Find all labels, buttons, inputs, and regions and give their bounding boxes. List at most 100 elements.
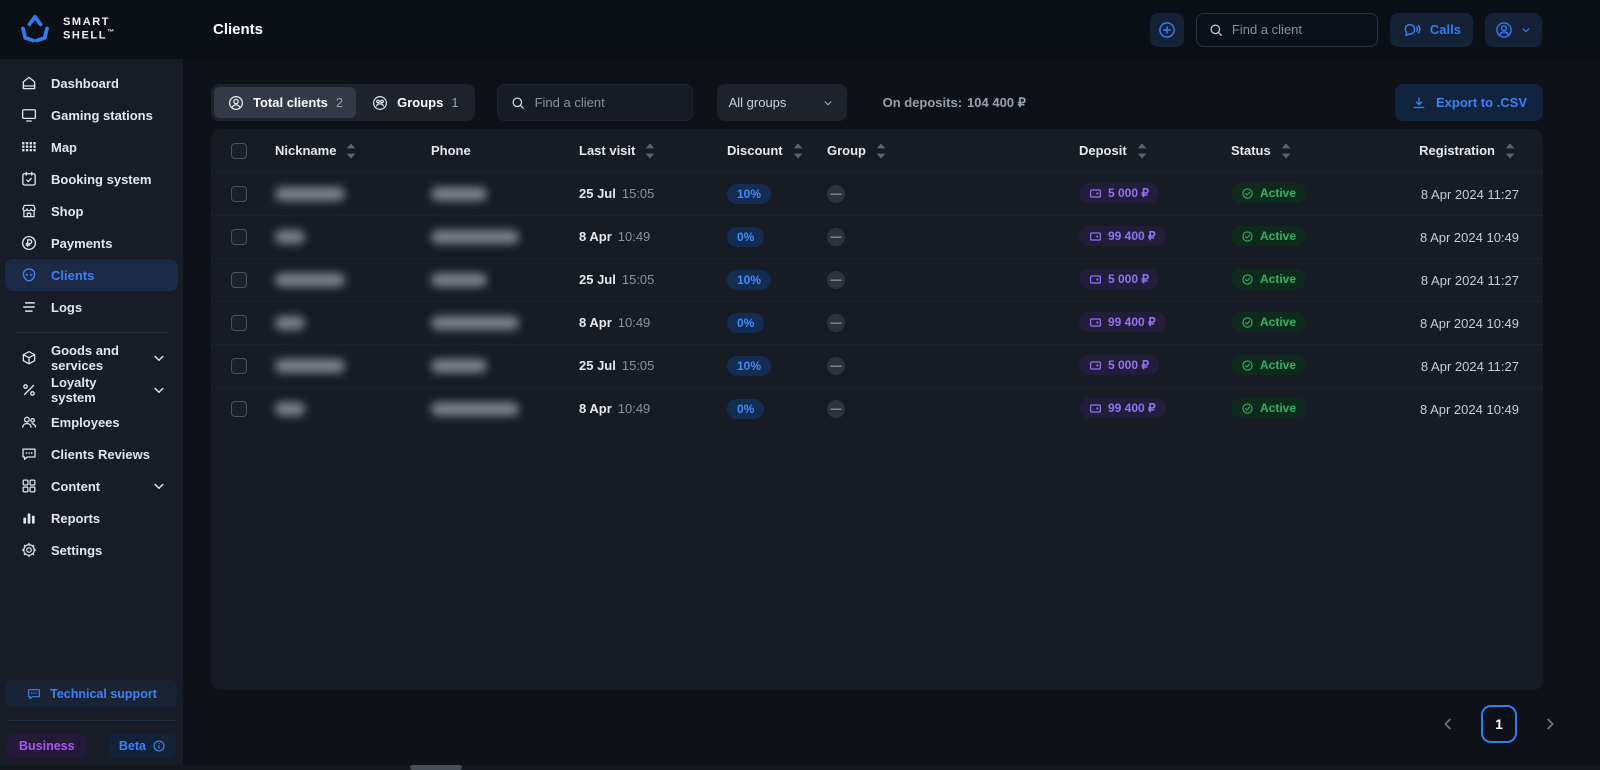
deposit-badge: 99 400 ₽ <box>1079 398 1166 419</box>
column-header-group[interactable]: Group <box>827 142 1079 160</box>
nickname-blurred <box>275 230 305 244</box>
sidebar-item-gaming-stations[interactable]: Gaming stations <box>5 99 178 131</box>
table-row[interactable]: 8 Apr 10:49 0% — 99 400 ₽ Active 8 Apr 2024 10… <box>211 301 1543 344</box>
next-page-button[interactable] <box>1541 715 1559 733</box>
phone-cell <box>431 402 579 416</box>
app-logo[interactable]: SMART SHELL™ <box>0 14 183 46</box>
table-row[interactable]: 8 Apr 10:49 0% — 99 400 ₽ Active 8 Apr 2024 10… <box>211 215 1543 258</box>
discount-badge: 0% <box>727 399 765 419</box>
search-icon <box>1208 22 1224 38</box>
global-client-search[interactable] <box>1195 12 1378 47</box>
group-cell: — <box>827 185 1079 203</box>
person-circle-icon <box>227 94 245 112</box>
status-cell: Active <box>1231 269 1411 291</box>
sidebar-item-shop[interactable]: Shop <box>5 195 178 227</box>
group-cell: — <box>827 314 1079 332</box>
row-checkbox[interactable] <box>231 401 247 417</box>
tab-groups[interactable]: Groups 1 <box>358 87 471 118</box>
row-checkbox[interactable] <box>231 272 247 288</box>
sidebar-item-label: Gaming stations <box>51 107 153 123</box>
calls-button[interactable]: Calls <box>1389 12 1473 47</box>
global-search-input[interactable] <box>1231 22 1366 37</box>
row-checkbox-cell <box>231 315 275 331</box>
status-label: Active <box>1260 358 1297 373</box>
previous-page-button[interactable] <box>1439 715 1457 733</box>
chart-icon <box>20 509 38 527</box>
sidebar-item-payments[interactable]: Payments <box>5 227 178 259</box>
row-checkbox[interactable] <box>231 358 247 374</box>
select-all-checkbox[interactable] <box>231 142 247 159</box>
info-icon[interactable] <box>152 739 166 753</box>
sidebar-item-clients[interactable]: Clients <box>5 259 178 291</box>
table-row[interactable]: 25 Jul 15:05 10% — 5 000 ₽ Active 8 Apr 2024 1… <box>211 344 1543 387</box>
nickname-cell <box>275 273 431 287</box>
sidebar-item-map[interactable]: Map <box>5 131 178 163</box>
monitor-icon <box>20 106 38 124</box>
technical-support-button[interactable]: Technical support <box>6 680 177 707</box>
sidebar: Dashboard Gaming stations Map Booking syste… <box>0 59 183 770</box>
row-checkbox[interactable] <box>231 186 247 202</box>
column-header-last-visit[interactable]: Last visit <box>579 142 727 160</box>
phone-blurred <box>431 230 519 244</box>
group-empty-badge: — <box>827 314 845 332</box>
phone-blurred <box>431 187 487 201</box>
sidebar-item-logs[interactable]: Logs <box>5 291 178 323</box>
export-csv-button[interactable]: Export to .CSV <box>1394 84 1543 121</box>
sidebar-item-loyalty-system[interactable]: Loyalty system <box>5 374 178 406</box>
last-visit-date: 8 Apr <box>579 229 612 244</box>
sidebar-item-label: Shop <box>51 203 84 219</box>
sidebar-item-settings[interactable]: Settings <box>5 534 178 566</box>
sidebar-item-dashboard[interactable]: Dashboard <box>5 67 178 99</box>
group-empty-badge: — <box>827 185 845 203</box>
column-header-status[interactable]: Status <box>1231 142 1411 160</box>
sidebar-item-clients-reviews[interactable]: Clients Reviews <box>5 438 178 470</box>
discount-cell: 0% <box>727 399 827 419</box>
sidebar-item-employees[interactable]: Employees <box>5 406 178 438</box>
row-checkbox-cell <box>231 186 275 202</box>
topbar: SMART SHELL™ Clients Calls <box>0 0 1600 59</box>
group-filter-select[interactable]: All groups <box>716 84 847 121</box>
column-header-registration[interactable]: Registration <box>1411 142 1519 160</box>
sidebar-item-label: Content <box>51 478 101 494</box>
table-row[interactable]: 25 Jul 15:05 10% — 5 000 ₽ Active 8 Apr 2024 1… <box>211 258 1543 301</box>
current-page-button[interactable]: 1 <box>1481 705 1517 743</box>
column-header-discount[interactable]: Discount <box>727 142 827 160</box>
status-badge: Active <box>1231 398 1307 419</box>
sidebar-item-content[interactable]: Content <box>5 470 178 502</box>
row-checkbox[interactable] <box>231 315 247 331</box>
page-title: Clients <box>213 21 264 38</box>
group-circle-icon <box>371 94 389 112</box>
account-menu-button[interactable] <box>1485 12 1542 47</box>
tab-total-clients[interactable]: Total clients 2 <box>214 87 357 118</box>
sidebar-item-reports[interactable]: Reports <box>5 502 178 534</box>
table-client-search[interactable] <box>496 84 693 121</box>
group-cell: — <box>827 271 1079 289</box>
table-row[interactable]: 8 Apr 10:49 0% — 99 400 ₽ Active 8 Apr 2024 10… <box>211 387 1543 430</box>
column-label: Phone <box>431 143 471 158</box>
table-row[interactable]: 25 Jul 15:05 10% — 5 000 ₽ Active 8 Apr 2024 1… <box>211 172 1543 215</box>
column-header-nickname[interactable]: Nickname <box>275 142 431 160</box>
deposit-amount: 99 400 ₽ <box>1108 315 1156 330</box>
status-badge: Active <box>1231 312 1307 333</box>
scrollbar-thumb[interactable] <box>410 765 462 770</box>
last-visit-time: 15:05 <box>621 272 655 287</box>
sidebar-item-goods-and-services[interactable]: Goods and services <box>5 342 178 374</box>
download-icon <box>1411 95 1427 111</box>
sidebar-item-booking-system[interactable]: Booking system <box>5 163 178 195</box>
nickname-cell <box>275 359 431 373</box>
table-search-input[interactable] <box>534 95 680 110</box>
phone-cell <box>431 316 579 330</box>
row-checkbox[interactable] <box>231 229 247 245</box>
chevron-down-icon <box>150 477 168 495</box>
add-client-button[interactable] <box>1149 12 1184 47</box>
percent-icon <box>20 381 38 399</box>
last-visit-date: 25 Jul <box>579 186 616 201</box>
check-circle-icon <box>1241 187 1254 200</box>
column-header-deposit[interactable]: Deposit <box>1079 142 1231 160</box>
sidebar-divider <box>7 720 176 721</box>
nickname-cell <box>275 230 431 244</box>
main-content: Total clients 2 Groups 1 All groups On depo… <box>183 59 1600 770</box>
sidebar-item-label: Map <box>51 139 77 155</box>
status-label: Active <box>1260 229 1297 244</box>
discount-cell: 10% <box>727 356 827 376</box>
